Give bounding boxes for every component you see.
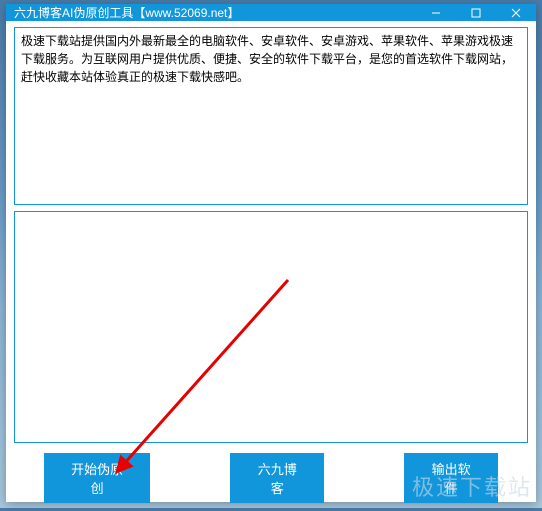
input-textarea[interactable] (14, 27, 528, 205)
button-row: 开始伪原创 六九博客 输出软件 (14, 449, 528, 503)
start-button[interactable]: 开始伪原创 (44, 453, 150, 503)
minimize-icon (431, 8, 441, 18)
close-icon (511, 8, 521, 18)
content-area: 开始伪原创 六九博客 输出软件 (6, 21, 536, 511)
blog-button[interactable]: 六九博客 (230, 453, 324, 503)
window-title: 六九博客AI伪原创工具【www.52069.net】 (14, 4, 416, 21)
close-button[interactable] (496, 4, 536, 21)
titlebar: 六九博客AI伪原创工具【www.52069.net】 (6, 4, 536, 21)
maximize-button[interactable] (456, 4, 496, 21)
app-window: 六九博客AI伪原创工具【www.52069.net】 开始伪原创 六九博客 输出… (6, 4, 536, 502)
output-textarea[interactable] (14, 211, 528, 443)
export-button[interactable]: 输出软件 (404, 453, 498, 503)
maximize-icon (471, 8, 481, 18)
minimize-button[interactable] (416, 4, 456, 21)
window-controls (416, 4, 536, 21)
